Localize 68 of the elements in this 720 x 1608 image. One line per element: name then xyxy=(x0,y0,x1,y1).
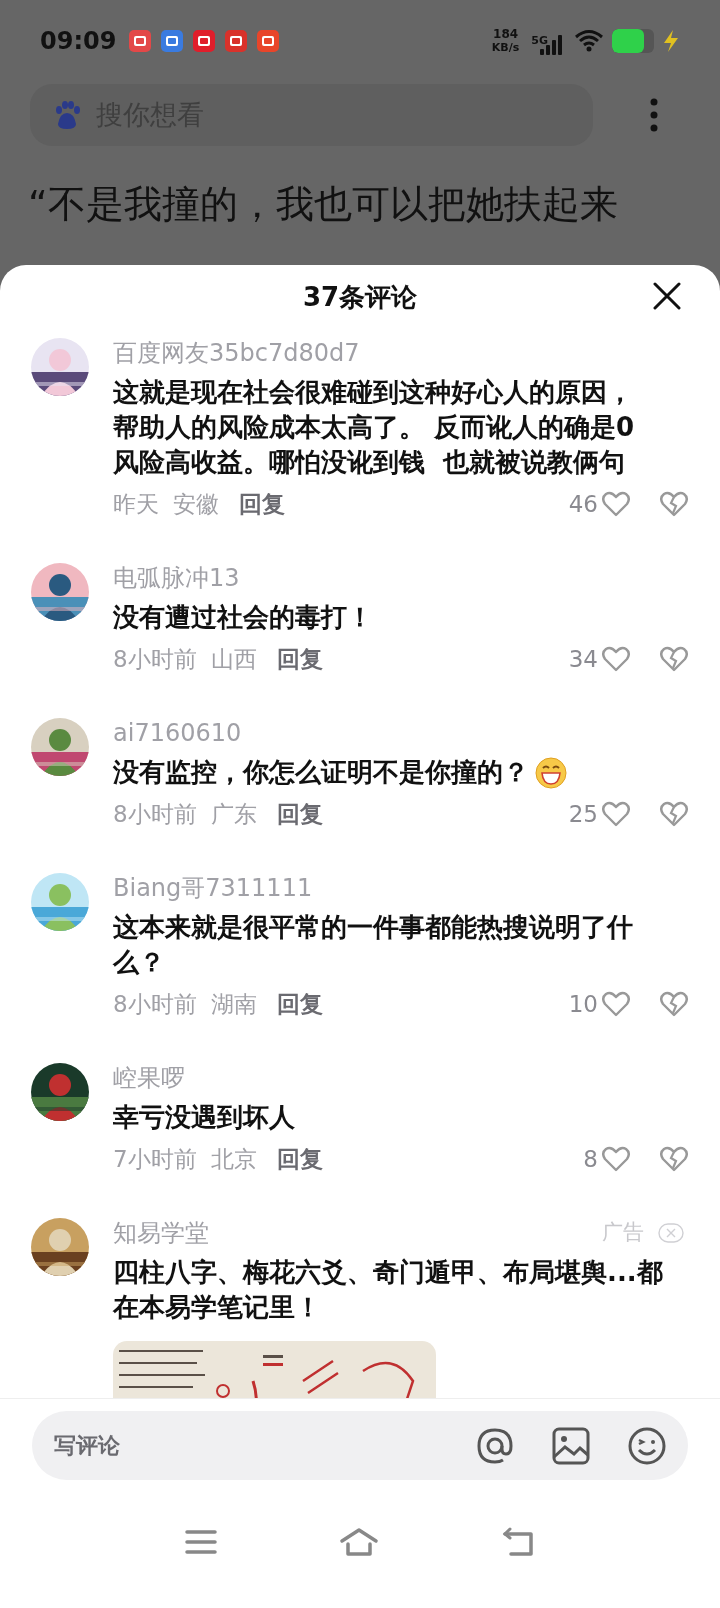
network-speed: 184 xyxy=(493,28,519,41)
comment-location: 山西 xyxy=(210,644,257,674)
heart-icon[interactable] xyxy=(602,801,630,827)
notification-app-icon xyxy=(160,29,185,53)
reply-link[interactable]: 回复 xyxy=(276,986,323,1022)
reply-link[interactable]: 回复 xyxy=(276,641,323,677)
comment-text: 幸亏没遇到坏人 xyxy=(113,1101,296,1134)
comment-location: 广东 xyxy=(210,799,257,829)
back-icon[interactable] xyxy=(501,1527,535,1557)
username[interactable]: Biang哥7311111 xyxy=(113,870,313,906)
heart-icon[interactable] xyxy=(602,491,630,517)
comment-time: 8小时前 xyxy=(113,644,197,674)
username[interactable]: 百度网友35bc7d80d7 xyxy=(113,335,360,371)
speed-unit: KB/s xyxy=(491,41,520,54)
username[interactable]: 崆果啰 xyxy=(113,1060,185,1096)
reply-link[interactable]: 回复 xyxy=(239,486,285,522)
notification-app-icon xyxy=(224,29,249,53)
broken-heart-icon[interactable] xyxy=(660,801,688,827)
heart-icon[interactable] xyxy=(602,1146,630,1172)
charging-icon xyxy=(662,29,680,53)
network-type: 5G xyxy=(531,35,548,47)
emoji-icon[interactable] xyxy=(628,1426,666,1465)
comment-input-field[interactable]: 写评论 xyxy=(32,1411,688,1480)
comment-time: 8小时前 xyxy=(113,799,197,829)
close-ad-icon[interactable] xyxy=(658,1223,684,1243)
comment-time: 7小时前 xyxy=(113,1144,197,1174)
comment-text: 没有遭过社会的毒打！ xyxy=(113,601,374,634)
comment-time: 昨天 xyxy=(113,489,159,519)
home-icon[interactable] xyxy=(339,1527,379,1557)
notification-app-icon xyxy=(128,29,153,53)
username[interactable]: ai7160610 xyxy=(113,715,242,751)
broken-heart-icon[interactable] xyxy=(660,646,688,672)
notification-app-icon xyxy=(256,29,281,53)
notification-app-icon xyxy=(192,29,217,53)
menu-icon[interactable] xyxy=(185,1529,217,1555)
ad-text: 四柱八字、梅花六爻、奇门遁甲、布局堪舆...都在本易学笔记里！ xyxy=(113,1256,664,1324)
input-placeholder: 写评论 xyxy=(54,1432,121,1460)
sheet-title: 37条评论 xyxy=(302,280,418,314)
comment-location: 北京 xyxy=(210,1144,257,1174)
broken-heart-icon[interactable] xyxy=(660,1146,688,1172)
username[interactable]: 电弧脉冲13 xyxy=(113,560,240,596)
comment-text: 这就是现在社会很难碰到这种好心人的原因，帮助人的风险成本太高了。 反而讹人的确是0风险高收益。哪怕没讹到钱 也就被说教俩句 xyxy=(113,376,636,479)
like-count: 34 xyxy=(568,644,598,674)
wifi-icon xyxy=(574,29,604,53)
article-headline: “不是我撞的，我也可以把她扶起来 xyxy=(27,181,619,228)
heart-icon[interactable] xyxy=(602,991,630,1017)
clock-time: 09:09 xyxy=(40,26,117,57)
comment-time: 8小时前 xyxy=(113,989,197,1019)
mention-icon[interactable] xyxy=(476,1426,514,1465)
broken-heart-icon[interactable] xyxy=(660,991,688,1017)
reply-link[interactable]: 回复 xyxy=(276,1141,323,1177)
heart-icon[interactable] xyxy=(602,646,630,672)
battery-icon xyxy=(612,29,654,53)
like-count: 10 xyxy=(568,989,598,1019)
comment-location: 湖南 xyxy=(210,989,257,1019)
comment-location: 安徽 xyxy=(173,489,219,519)
like-count: 8 xyxy=(583,1144,598,1174)
close-button[interactable] xyxy=(652,281,682,311)
close-icon xyxy=(653,282,681,310)
like-count: 25 xyxy=(568,799,598,829)
comment-text: 这本来就是很平常的一件事都能热搜说明了什么？ xyxy=(113,911,634,979)
comment-text: 没有监控，你怎么证明不是你撞的？ xyxy=(113,756,529,789)
username[interactable]: 知易学堂 xyxy=(113,1215,209,1251)
reply-link[interactable]: 回复 xyxy=(276,796,323,832)
broken-heart-icon[interactable] xyxy=(660,491,688,517)
like-count: 46 xyxy=(568,489,598,519)
image-icon[interactable] xyxy=(552,1426,590,1465)
more-menu-icon[interactable] xyxy=(650,98,658,132)
